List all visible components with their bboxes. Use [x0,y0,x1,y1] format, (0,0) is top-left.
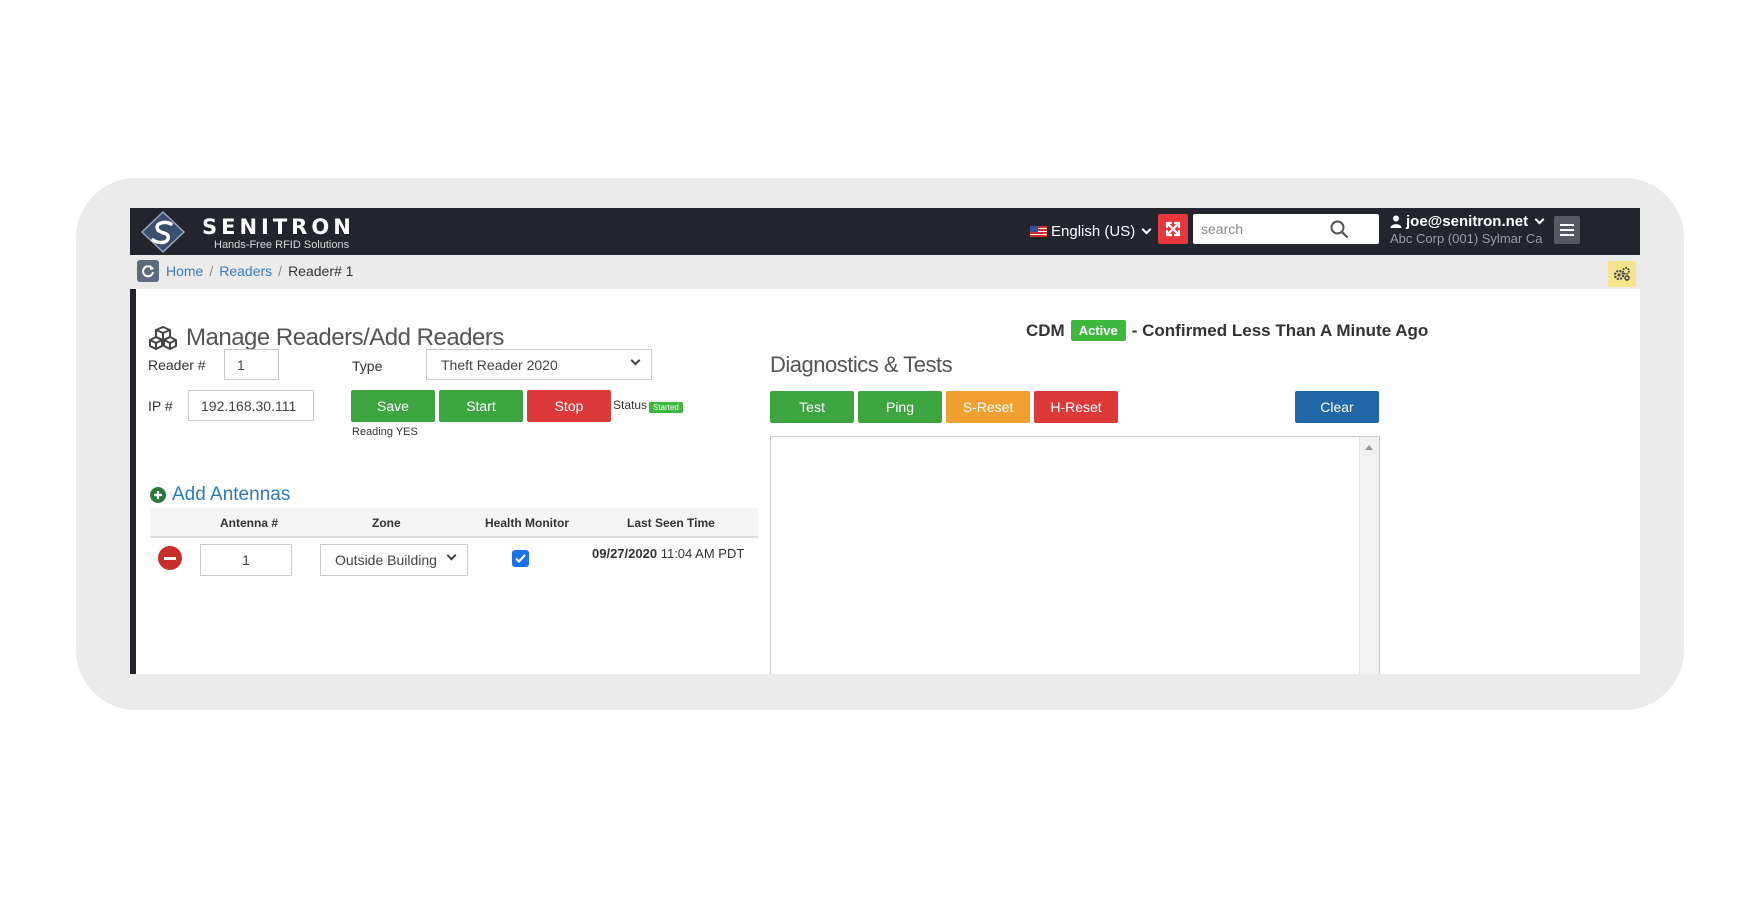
search-input[interactable] [1201,218,1331,240]
hamburger-menu-button[interactable] [1554,216,1580,244]
stop-button[interactable]: Stop [527,390,611,422]
expand-arrows-icon [1165,221,1181,237]
chevron-down-icon [446,550,457,561]
refresh-icon [142,265,154,278]
scroll-up-arrow-icon[interactable] [1365,445,1373,450]
add-antennas-link[interactable]: Add Antennas [150,484,290,506]
breadcrumb-separator: / [278,263,283,279]
s-reset-button[interactable]: S-Reset [946,391,1030,423]
senitron-logo-icon [140,210,186,254]
breadcrumb: Home / Readers / Reader# 1 [166,263,353,279]
diagnostics-output[interactable] [770,436,1380,674]
antenna-number-field[interactable]: 1 [200,544,292,576]
checkmark-icon [515,554,526,563]
ping-button[interactable]: Ping [858,391,942,423]
chevron-down-icon [630,355,641,366]
start-button[interactable]: Start [439,390,523,422]
column-header-last-seen: Last Seen Time [627,516,715,530]
brand-logo[interactable]: SENITRON Hands-Free RFID Solutions [140,210,370,254]
chevron-down-icon [1141,224,1152,234]
reading-status-text: Reading YES [352,426,418,438]
refresh-button[interactable] [137,260,159,282]
vertical-scrollbar[interactable] [1359,437,1379,674]
user-email: joe@senitron.net [1406,213,1529,230]
reader-status-badge: Started [649,402,683,413]
plus-circle-icon [150,487,166,503]
fullscreen-button[interactable] [1158,214,1188,244]
reader-number-field[interactable]: 1 [224,349,279,380]
ip-label: IP # [148,398,173,414]
add-antennas-label: Add Antennas [172,484,291,505]
breadcrumb-separator: / [209,263,214,279]
user-company: Abc Corp (001) Sylmar Ca [1390,231,1543,246]
breadcrumb-home-link[interactable]: Home [166,263,203,279]
health-monitor-checkbox[interactable] [512,550,529,567]
column-header-zone: Zone [372,516,401,530]
cdm-confirmation-text: - Confirmed Less Than A Minute Ago [1131,320,1429,340]
page-title: Manage Readers/Add Readers [148,324,504,352]
menu-bar [1560,229,1574,231]
language-selector[interactable]: English (US) [1030,220,1152,242]
cdm-label: CDM [1026,320,1065,340]
ip-address-field[interactable]: 192.168.30.111 [188,390,314,421]
brand-name: SENITRON [202,215,355,239]
last-seen-time: 09/27/2020 11:04 AM PDT [592,546,744,561]
chevron-down-icon [1534,214,1545,225]
top-navbar: SENITRON Hands-Free RFID Solutions Engli… [130,208,1640,255]
type-select[interactable]: Theft Reader 2020 [426,349,652,380]
language-label: English (US) [1051,222,1136,240]
h-reset-button[interactable]: H-Reset [1034,391,1118,423]
clear-button[interactable]: Clear [1295,391,1379,423]
type-selected-value: Theft Reader 2020 [441,356,558,373]
gears-icon [1613,267,1630,281]
antenna-table-header: Antenna # Zone Health Monitor Last Seen … [150,508,758,538]
save-button[interactable]: Save [351,390,435,422]
breadcrumb-bar: Home / Readers / Reader# 1 [130,255,1640,289]
menu-bar [1560,224,1574,226]
breadcrumb-readers-link[interactable]: Readers [219,263,272,279]
test-button[interactable]: Test [770,391,854,423]
diagnostics-title: Diagnostics & Tests [770,352,953,377]
breadcrumb-current: Reader# 1 [288,263,354,279]
menu-bar [1560,234,1574,236]
last-seen-clock: 11:04 AM PDT [660,546,745,561]
brand-tagline: Hands-Free RFID Solutions [214,239,350,251]
page-title-text: Manage Readers/Add Readers [186,324,504,351]
app-screen: SENITRON Hands-Free RFID Solutions Engli… [130,208,1640,674]
type-label: Type [352,358,383,374]
sidebar-edge [130,289,136,674]
zone-select[interactable]: Outside Building [320,544,468,576]
user-menu[interactable]: joe@senitron.net Abc Corp (001) Sylmar C… [1390,213,1550,253]
zone-selected-value: Outside Building [335,552,437,568]
cubes-icon [149,326,177,350]
user-email-row: joe@senitron.net [1390,213,1550,230]
last-seen-date: 09/27/2020 [592,546,658,561]
us-flag-icon [1030,225,1047,237]
cdm-status: CDM Active - Confirmed Less Than A Minut… [1026,320,1428,341]
status-label: Status [613,398,648,412]
column-header-antenna: Antenna # [220,516,279,530]
column-header-health-monitor: Health Monitor [485,516,569,530]
search-box [1193,214,1379,244]
status-badge: Active [1070,320,1126,341]
search-icon[interactable] [1329,219,1349,239]
minus-icon [164,556,176,560]
remove-antenna-button[interactable] [158,546,182,570]
settings-button[interactable] [1608,261,1636,287]
user-icon [1390,215,1402,228]
reader-number-label: Reader # [148,357,206,373]
